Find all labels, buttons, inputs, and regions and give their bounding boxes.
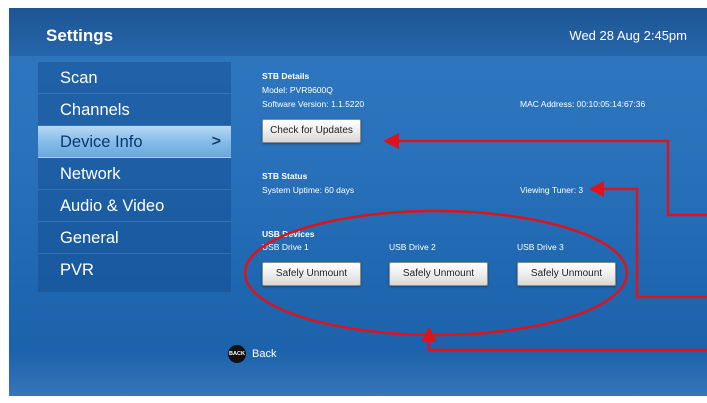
stb-status-heading: STB Status: [262, 171, 308, 181]
safely-unmount-button-1[interactable]: Safely Unmount: [262, 262, 361, 286]
menu-item-label: Audio & Video: [60, 197, 165, 215]
software-version-text: Software Version: 1.1.5220: [262, 99, 365, 109]
usb-devices-heading: USB Devices: [262, 229, 315, 239]
menu-item-audio-video[interactable]: Audio & Video: [38, 190, 231, 222]
model-text: Model: PVR9600Q: [262, 85, 333, 95]
viewing-tuner-text: Viewing Tuner: 3: [520, 185, 584, 195]
menu-item-pvr[interactable]: PVR: [38, 254, 231, 286]
back-button[interactable]: BACK Back: [228, 345, 276, 363]
safely-unmount-button-3[interactable]: Safely Unmount: [517, 262, 616, 286]
usb-drive-1-label: USB Drive 1: [262, 242, 309, 252]
tv-screen: Settings Wed 28 Aug 2:45pm Scan Channels…: [9, 8, 707, 396]
menu-item-network[interactable]: Network: [38, 158, 231, 190]
safely-unmount-button-2[interactable]: Safely Unmount: [389, 262, 488, 286]
back-label: Back: [252, 348, 277, 360]
usb-drive-2-label: USB Drive 2: [389, 242, 436, 252]
menu-item-label: Channels: [60, 101, 130, 119]
check-for-updates-button[interactable]: Check for Updates: [262, 119, 361, 143]
page-title: Settings: [46, 26, 114, 45]
menu-item-general[interactable]: General: [38, 222, 231, 254]
settings-menu: Scan Channels Device Info > Network Audio…: [38, 62, 231, 292]
back-remote-icon: BACK: [228, 345, 246, 363]
datetime-display: Wed 28 Aug 2:45pm: [569, 28, 687, 43]
menu-item-scan[interactable]: Scan: [38, 62, 231, 94]
chevron-right-icon: >: [211, 133, 221, 150]
menu-item-label: Network: [60, 165, 121, 183]
menu-item-label: PVR: [60, 261, 94, 279]
uptime-text: System Uptime: 60 days: [262, 185, 355, 195]
menu-item-channels[interactable]: Channels: [38, 94, 231, 126]
menu-item-label: Device Info: [60, 133, 143, 151]
menu-item-label: Scan: [60, 69, 98, 87]
usb-drive-3-label: USB Drive 3: [517, 242, 564, 252]
menu-item-device-info[interactable]: Device Info >: [38, 126, 231, 158]
stb-details-heading: STB Details: [262, 71, 310, 81]
mac-address-text: MAC Address: 00:10:05:14:67:36: [520, 99, 646, 109]
menu-item-label: General: [60, 229, 119, 247]
